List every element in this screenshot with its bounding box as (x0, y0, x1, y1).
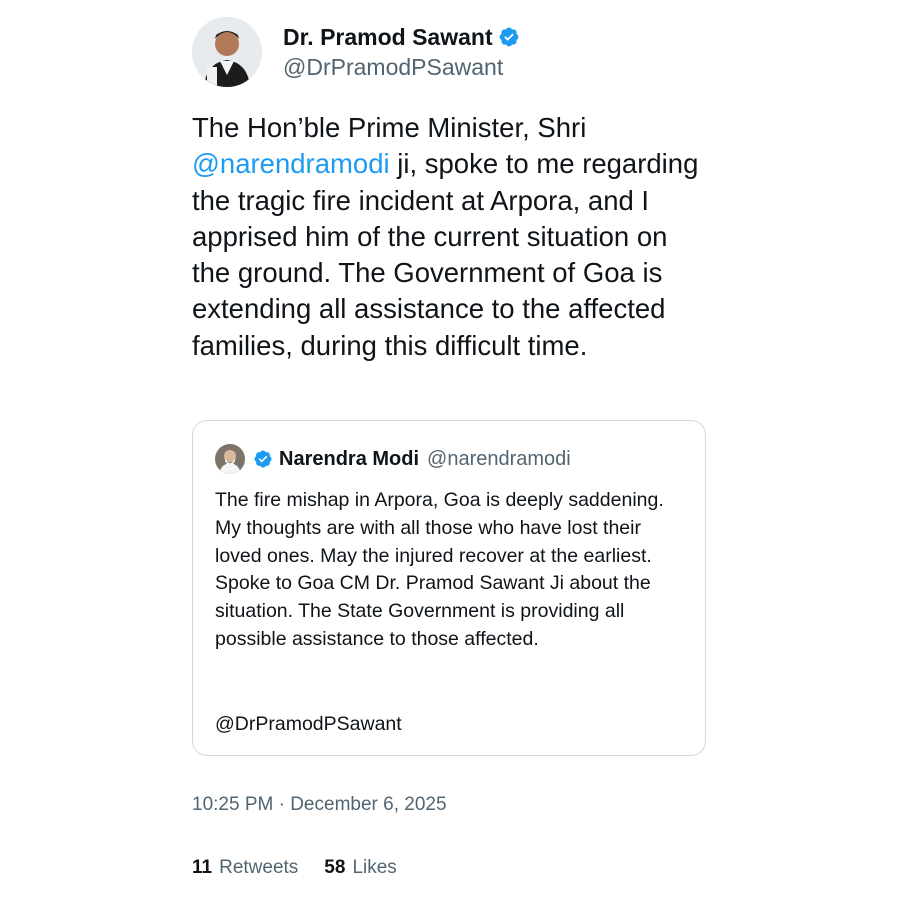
quoted-tweet-header: Narendra Modi @narendramodi (215, 443, 571, 475)
likes-stat[interactable]: 58 Likes (324, 857, 397, 879)
author-display-name-row: Dr. Pramod Sawant (283, 22, 520, 52)
quoted-tweet-text: The fire mishap in Arpora, Goa is deeply… (215, 489, 664, 650)
quoted-verified-badge-icon (254, 450, 272, 468)
tweet-mention-link[interactable]: @narendramodi (192, 148, 390, 179)
tweet-text-before: The Hon’ble Prime Minister, Shri (192, 112, 587, 143)
quoted-author-avatar-image (215, 444, 245, 474)
author-avatar[interactable] (192, 17, 262, 87)
tweet-header: Dr. Pramod Sawant @DrPramodPSawant (192, 16, 712, 88)
quoted-tweet-mention[interactable]: @DrPramodPSawant (215, 711, 402, 739)
tweet-card: Dr. Pramod Sawant @DrPramodPSawant The H… (192, 16, 712, 878)
tweet-stats: 11 Retweets 58 Likes (192, 857, 423, 879)
author-names: Dr. Pramod Sawant @DrPramodPSawant (283, 22, 520, 82)
quoted-author-display-name[interactable]: Narendra Modi (279, 448, 419, 471)
tweet-timestamp[interactable]: 10:25 PM · December 6, 2025 (192, 794, 447, 816)
retweets-stat[interactable]: 11 Retweets (192, 857, 298, 879)
tweet-text-after: ji, spoke to me regarding the tragic fir… (192, 148, 699, 361)
author-display-name[interactable]: Dr. Pramod Sawant (283, 22, 493, 52)
tweet-text: The Hon’ble Prime Minister, Shri @narend… (192, 110, 712, 364)
quoted-author-avatar[interactable] (215, 444, 245, 474)
author-handle[interactable]: @DrPramodPSawant (283, 52, 520, 82)
quoted-author-handle[interactable]: @narendramodi (427, 448, 571, 471)
likes-count: 58 (324, 857, 346, 878)
verified-badge-icon (499, 27, 519, 47)
quoted-tweet-card[interactable]: Narendra Modi @narendramodi The fire mis… (192, 420, 706, 756)
retweets-count: 11 (192, 857, 213, 878)
author-avatar-image (192, 17, 262, 87)
retweets-label: Retweets (219, 857, 299, 878)
likes-label: Likes (352, 857, 397, 878)
